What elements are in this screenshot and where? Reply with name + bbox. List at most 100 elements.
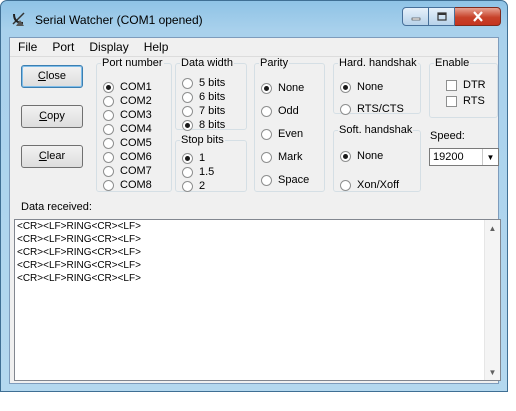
clear-button[interactable]: Clear	[21, 145, 83, 168]
clear-button-label: lear	[46, 150, 66, 162]
radio-indicator	[261, 128, 272, 140]
radio-label: RTS/CTS	[357, 103, 404, 115]
radio-indicator	[103, 151, 114, 163]
radio-indicator	[103, 109, 114, 121]
menu-file[interactable]: File	[10, 38, 44, 56]
port-com1-radio[interactable]: COM1	[103, 81, 152, 93]
radio-indicator	[182, 91, 193, 103]
radio-indicator	[340, 179, 351, 191]
minimize-icon	[411, 17, 420, 20]
window-title: Serial Watcher (COM1 opened)	[35, 13, 203, 27]
enable-group: Enable DTR RTS	[429, 57, 498, 118]
radio-label: COM5	[120, 137, 152, 149]
parity-mark-radio[interactable]: Mark	[261, 151, 302, 163]
port-com8-radio[interactable]: COM8	[103, 179, 152, 191]
menu-display[interactable]: Display	[81, 38, 135, 56]
parity-group: Parity None Odd Even Mark Space	[254, 57, 325, 192]
port-com7-radio[interactable]: COM7	[103, 165, 152, 177]
radio-indicator	[103, 95, 114, 107]
copy-button-label: opy	[47, 110, 65, 122]
stop-bits-1-5-radio[interactable]: 1.5	[182, 166, 214, 178]
radio-indicator	[261, 151, 272, 163]
minimize-button[interactable]	[402, 7, 429, 26]
data-width-7-radio[interactable]: 7 bits	[182, 105, 225, 117]
parity-even-radio[interactable]: Even	[261, 128, 303, 140]
close-icon	[472, 11, 483, 22]
close-button[interactable]: Close	[21, 65, 83, 88]
radio-label: 5 bits	[199, 77, 226, 89]
radio-label: COM3	[120, 109, 152, 121]
radio-indicator	[261, 174, 272, 186]
port-com5-radio[interactable]: COM5	[103, 137, 152, 149]
radio-indicator	[103, 123, 114, 135]
soft-handshake-none-radio[interactable]: None	[340, 150, 383, 162]
radio-label: None	[357, 150, 384, 162]
menu-help[interactable]: Help	[136, 38, 176, 56]
maximize-button[interactable]	[429, 7, 455, 26]
stop-bits-legend: Stop bits	[181, 134, 224, 146]
checkbox-label: RTS	[463, 95, 485, 107]
hard-handshake-rts-cts-radio[interactable]: RTS/CTS	[340, 103, 404, 115]
radio-label: Mark	[278, 151, 303, 163]
radio-label: Xon/Xoff	[357, 179, 399, 191]
data-received-textarea[interactable]: <CR><LF>RING<CR><LF> <CR><LF>RING<CR><LF…	[14, 219, 501, 381]
close-button-label: lose	[45, 70, 67, 82]
radio-indicator	[182, 152, 193, 164]
vertical-scrollbar[interactable]: ▲ ▼	[484, 220, 500, 380]
radio-indicator	[182, 180, 193, 192]
parity-odd-radio[interactable]: Odd	[261, 105, 299, 117]
copy-button[interactable]: Copy	[21, 105, 83, 128]
parity-legend: Parity	[260, 57, 289, 69]
radio-label: COM6	[120, 151, 152, 163]
data-width-6-radio[interactable]: 6 bits	[182, 91, 225, 103]
parity-space-radio[interactable]: Space	[261, 174, 309, 186]
data-line: <CR><LF>RING<CR><LF>	[17, 234, 141, 245]
radio-label: COM8	[120, 179, 152, 191]
checkbox-indicator	[446, 95, 457, 107]
hard-handshake-group: Hard. handshak None RTS/CTS	[333, 57, 421, 115]
radio-label: Even	[278, 128, 304, 140]
radio-indicator	[182, 77, 193, 89]
radio-indicator	[340, 81, 351, 93]
menu-port[interactable]: Port	[44, 38, 81, 56]
rts-checkbox[interactable]: RTS	[446, 95, 485, 107]
stop-bits-1-radio[interactable]: 1	[182, 152, 205, 164]
radio-indicator	[182, 105, 193, 117]
radio-label: COM1	[120, 81, 152, 93]
port-com2-radio[interactable]: COM2	[103, 95, 152, 107]
radio-indicator	[261, 82, 272, 94]
radio-label: 6 bits	[199, 91, 226, 103]
speed-value: 19200	[433, 151, 464, 163]
close-window-button[interactable]	[455, 7, 501, 26]
data-width-5-radio[interactable]: 5 bits	[182, 77, 225, 89]
radio-label: COM7	[120, 165, 152, 177]
stop-bits-group: Stop bits 1 1.5 2	[175, 134, 247, 192]
radio-label: Odd	[278, 105, 299, 117]
port-com4-radio[interactable]: COM4	[103, 123, 152, 135]
parity-none-radio[interactable]: None	[261, 82, 304, 94]
radio-indicator	[182, 166, 193, 178]
soft-handshake-xon-xoff-radio[interactable]: Xon/Xoff	[340, 179, 399, 191]
hard-handshake-none-radio[interactable]: None	[340, 81, 383, 93]
checkbox-indicator	[446, 79, 457, 91]
port-com6-radio[interactable]: COM6	[103, 151, 152, 163]
serial-watcher-window: Serial Watcher (COM1 opened) File Port D…	[0, 0, 508, 392]
data-width-8-radio[interactable]: 8 bits	[182, 119, 225, 131]
title-bar[interactable]: Serial Watcher (COM1 opened)	[1, 1, 507, 33]
speed-select[interactable]: 19200 ▼	[429, 148, 499, 166]
radio-label: 1.5	[199, 166, 215, 178]
scroll-down-icon[interactable]: ▼	[485, 364, 500, 380]
stop-bits-2-radio[interactable]: 2	[182, 180, 205, 192]
radio-label: 2	[199, 180, 206, 192]
dtr-checkbox[interactable]: DTR	[446, 79, 486, 91]
close-button-accel: C	[37, 70, 46, 82]
chevron-down-icon[interactable]: ▼	[482, 149, 498, 165]
data-line: <CR><LF>RING<CR><LF>	[17, 260, 141, 271]
radio-label: None	[278, 82, 305, 94]
scroll-up-icon[interactable]: ▲	[485, 220, 500, 236]
soft-handshake-group: Soft. handshak None Xon/Xoff	[333, 124, 421, 192]
radio-label: None	[357, 81, 384, 93]
port-com3-radio[interactable]: COM3	[103, 109, 152, 121]
data-width-group: Data width 5 bits 6 bits 7 bits 8 bits	[175, 57, 247, 131]
data-line: <CR><LF>RING<CR><LF>	[17, 221, 141, 232]
